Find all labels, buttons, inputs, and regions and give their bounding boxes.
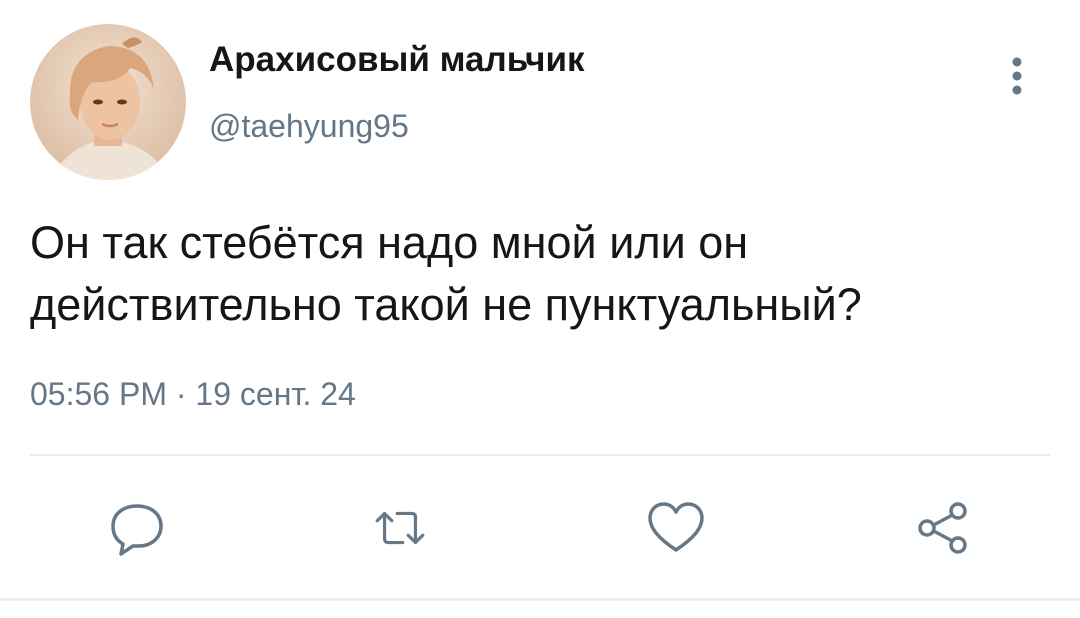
reply-icon: [111, 504, 163, 556]
retweet-button[interactable]: [370, 498, 430, 558]
share-button[interactable]: [914, 498, 974, 558]
share-icon: [918, 502, 967, 554]
more-vertical-icon: [1012, 57, 1022, 95]
display-name[interactable]: Арахисовый мальчик: [209, 40, 585, 80]
retweet-icon: [375, 511, 425, 545]
divider: [30, 454, 1050, 456]
heart-icon: [648, 502, 704, 552]
tweet-text: Он так стебётся надо мной или он действи…: [30, 217, 862, 330]
user-handle[interactable]: @taehyung95: [209, 108, 409, 145]
avatar[interactable]: [30, 24, 186, 180]
like-button[interactable]: [646, 498, 706, 558]
avatar-image: [30, 24, 186, 180]
reply-button[interactable]: [107, 498, 167, 558]
tweet-timestamp: 05:56 PM · 19 сент. 24: [30, 376, 356, 412]
bottom-divider: [0, 598, 1080, 601]
more-options-button[interactable]: [1000, 52, 1034, 100]
